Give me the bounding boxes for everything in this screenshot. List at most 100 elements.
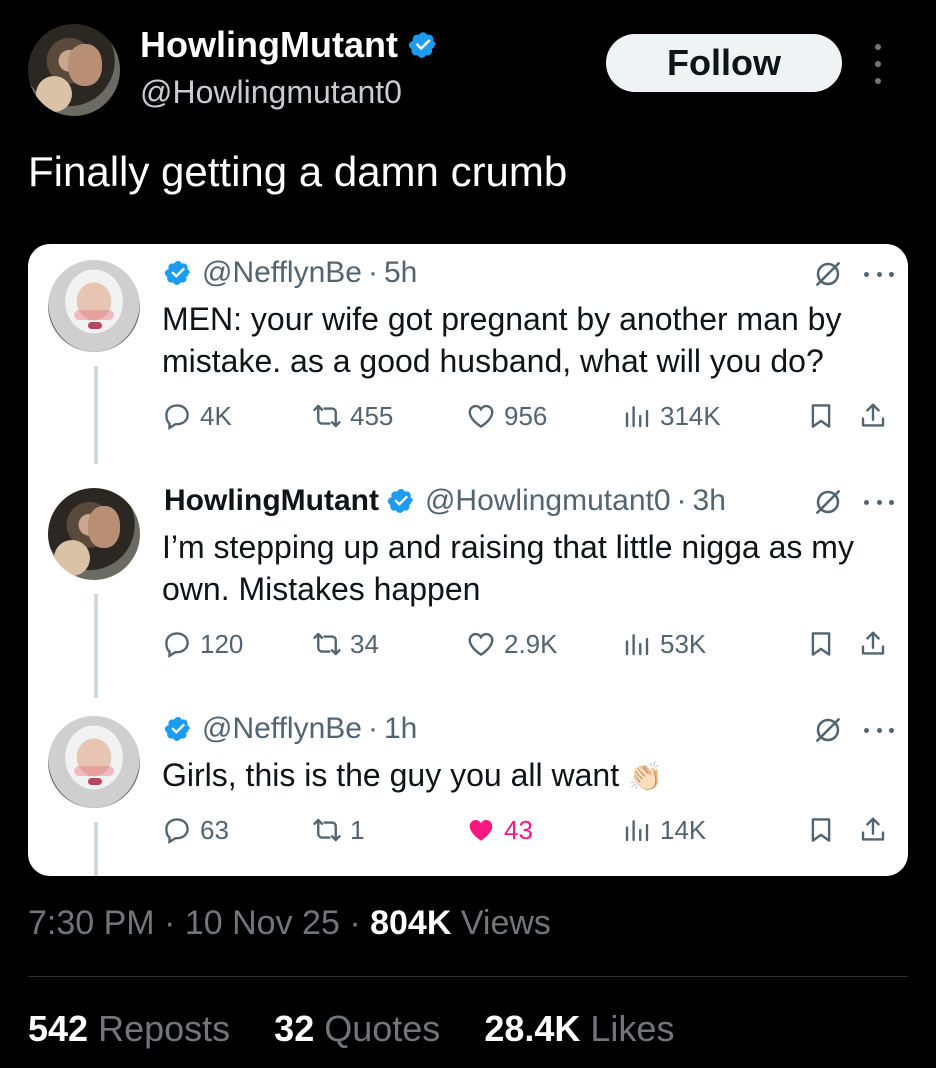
separator-dot: ·: [349, 904, 371, 942]
views-icon: [622, 815, 652, 845]
reply-icon: [162, 815, 192, 845]
like-filled-icon: [466, 815, 496, 845]
like-count: 43: [504, 814, 533, 845]
views-label: Views: [460, 904, 551, 942]
tweet-text: Finally getting a damn crumb: [28, 148, 568, 195]
separator-dot: ·: [367, 256, 378, 289]
action-bar: 63 1 43 14K: [162, 812, 892, 848]
likes-count: 28.4K: [484, 1008, 581, 1049]
repost-icon: [312, 629, 342, 659]
author-name[interactable]: HowlingMutant: [140, 24, 398, 66]
reply-icon: [162, 401, 192, 431]
repost-button[interactable]: 34: [312, 626, 379, 662]
repost-count: 455: [350, 400, 394, 431]
divider: [28, 976, 908, 977]
share-button[interactable]: [858, 812, 888, 848]
repost-count: 1: [350, 814, 365, 845]
share-icon: [858, 629, 888, 659]
likes-stat[interactable]: 28.4K Likes: [484, 1008, 674, 1050]
quotes-count: 32: [274, 1008, 315, 1049]
reply-button[interactable]: 4K: [162, 398, 232, 434]
reposts-count: 542: [28, 1008, 89, 1049]
repost-button[interactable]: 455: [312, 398, 393, 434]
post-header: HowlingMutant @Howlingmutant0 · 3h: [164, 484, 726, 518]
avatar-face-secondary: [36, 76, 72, 112]
verified-badge-icon: [164, 715, 192, 743]
post-time[interactable]: 1h: [384, 712, 417, 746]
repost-button[interactable]: 1: [312, 812, 364, 848]
reposts-stat[interactable]: 542 Reposts: [28, 1008, 230, 1050]
avatar[interactable]: [48, 716, 140, 808]
views-button[interactable]: 53K: [622, 626, 706, 662]
post-author-name[interactable]: HowlingMutant: [164, 484, 379, 518]
views-count: 14K: [660, 814, 707, 845]
bookmark-button[interactable]: [806, 398, 836, 434]
post-text: Girls, this is the guy you all want: [162, 757, 620, 793]
views-icon: [622, 401, 652, 431]
action-bar: 120 34 2.9K 53K: [162, 626, 892, 662]
like-button[interactable]: 2.9K: [466, 626, 558, 662]
post-handle[interactable]: @NefflynBe: [202, 712, 362, 746]
more-icon[interactable]: [868, 44, 888, 84]
engagement-stats: 542 Reposts 32 Quotes 28.4K Likes: [28, 1008, 674, 1050]
more-icon[interactable]: [864, 726, 894, 734]
quoted-thread-card[interactable]: @NefflynBe · 5h MEN: your wife got pregn…: [28, 244, 908, 876]
post-time[interactable]: 3h: [693, 484, 726, 518]
thread-connector: [94, 594, 98, 698]
more-icon[interactable]: [864, 270, 894, 278]
reply-button[interactable]: 120: [162, 626, 243, 662]
verified-badge-icon: [164, 259, 192, 287]
post-handle[interactable]: @NefflynBe: [202, 256, 362, 290]
repost-icon: [312, 401, 342, 431]
thread-connector: [94, 822, 98, 876]
post-text-row: Girls, this is the guy you all want 👏🏻: [162, 754, 882, 798]
likes-label: Likes: [590, 1008, 675, 1049]
share-button[interactable]: [858, 398, 888, 434]
reply-button[interactable]: 63: [162, 812, 229, 848]
reply-icon: [162, 629, 192, 659]
tweet-header: HowlingMutant @Howlingmutant0 Follow: [0, 0, 936, 130]
author-handle[interactable]: @Howlingmutant0: [140, 74, 402, 111]
tweet-date[interactable]: 10 Nov 25: [185, 904, 340, 942]
author-name-row[interactable]: HowlingMutant: [140, 24, 438, 66]
grok-icon[interactable]: [812, 486, 844, 518]
reply-count: 120: [200, 628, 244, 659]
avatar[interactable]: [48, 488, 140, 580]
follow-button[interactable]: Follow: [606, 34, 842, 92]
share-button[interactable]: [858, 626, 888, 662]
like-icon: [466, 629, 496, 659]
tweet-time[interactable]: 7:30 PM: [28, 904, 155, 942]
views-icon: [622, 629, 652, 659]
views-button[interactable]: 314K: [622, 398, 721, 434]
views-count: 804K: [370, 904, 452, 942]
post-handle[interactable]: @Howlingmutant0: [425, 484, 671, 518]
reply-count: 63: [200, 814, 229, 845]
bookmark-button[interactable]: [806, 626, 836, 662]
like-button[interactable]: 956: [466, 398, 547, 434]
post-time[interactable]: 5h: [384, 256, 417, 290]
like-count: 2.9K: [504, 628, 558, 659]
separator-dot: ·: [367, 712, 378, 745]
more-icon[interactable]: [864, 498, 894, 506]
action-bar: 4K 455 956 314K: [162, 398, 892, 434]
quotes-label: Quotes: [324, 1008, 441, 1049]
thread-connector: [94, 366, 98, 464]
bookmark-button[interactable]: [806, 812, 836, 848]
avatar-face: [68, 44, 102, 86]
bookmark-icon: [806, 815, 836, 845]
quotes-stat[interactable]: 32 Quotes: [274, 1008, 440, 1050]
repost-count: 34: [350, 628, 379, 659]
clapping-hands-emoji: 👏🏻: [627, 761, 663, 792]
separator-dot: ·: [164, 904, 185, 942]
like-count: 956: [504, 400, 548, 431]
share-icon: [858, 815, 888, 845]
grok-icon[interactable]: [812, 714, 844, 746]
bookmark-icon: [806, 401, 836, 431]
like-button[interactable]: 43: [466, 812, 533, 848]
views-button[interactable]: 14K: [622, 812, 706, 848]
avatar[interactable]: [28, 24, 120, 116]
avatar[interactable]: [48, 260, 140, 352]
grok-icon[interactable]: [812, 258, 844, 290]
views-count: 53K: [660, 628, 707, 659]
verified-badge-icon: [387, 487, 415, 515]
